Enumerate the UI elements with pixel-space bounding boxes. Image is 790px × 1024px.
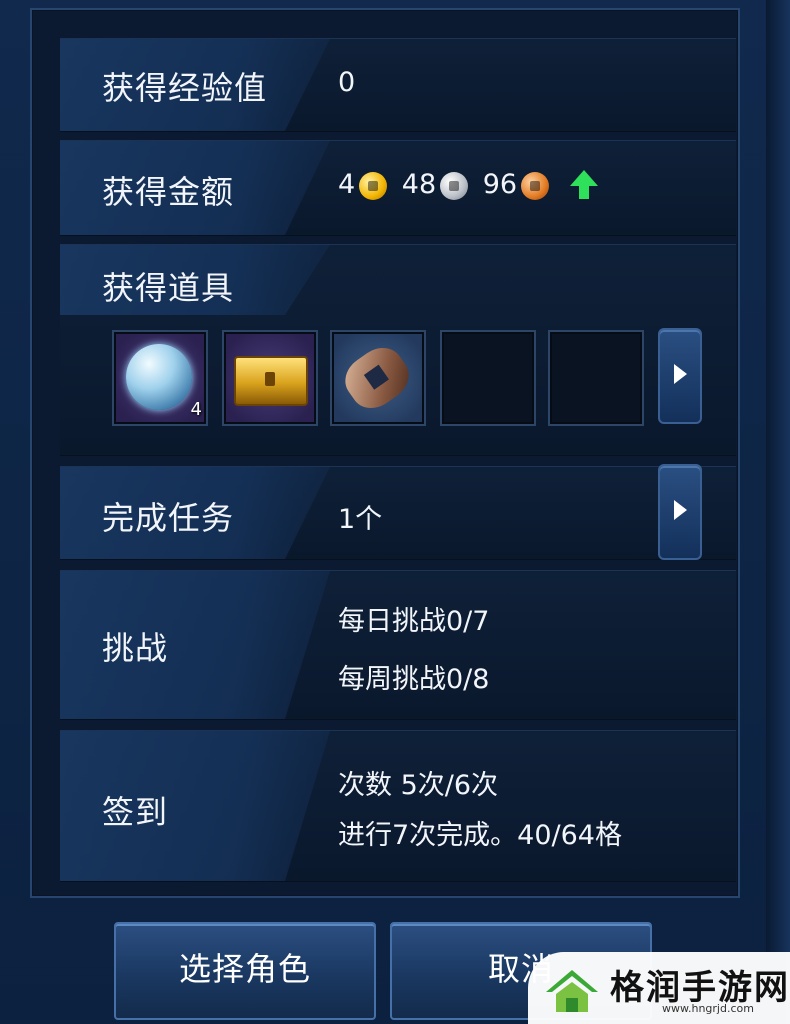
checkin-count: 次数 5次/6次 xyxy=(338,770,499,801)
challenge-row: 挑战 每日挑战0/7 每周挑战0/8 xyxy=(60,570,736,720)
site-watermark: 格润手游网 www.hngrjd.com xyxy=(528,952,790,1024)
items-next-button[interactable] xyxy=(658,328,702,424)
exp-label: 获得经验值 xyxy=(102,69,268,107)
silver-coin-icon xyxy=(440,171,469,200)
exp-value: 0 xyxy=(338,67,356,98)
quest-next-button[interactable] xyxy=(658,464,702,560)
house-logo-icon xyxy=(546,970,598,1012)
item-count: 4 xyxy=(190,399,202,420)
item-slot-4[interactable] xyxy=(440,330,536,426)
reward-panel: 获得经验值 0 获得金额 4 48 96 获得道具 4 完成任务 1个 挑战 每… xyxy=(30,8,740,898)
crystal-orb-icon xyxy=(126,344,192,410)
select-role-button[interactable]: 选择角色 xyxy=(114,922,376,1020)
quest-label: 完成任务 xyxy=(102,499,235,537)
item-slot-1[interactable]: 4 xyxy=(112,330,208,426)
money-label: 获得金额 xyxy=(102,173,235,211)
gold-amount: 4 xyxy=(338,169,356,200)
silver-amount: 48 xyxy=(401,169,437,200)
background-strip xyxy=(766,0,790,1024)
item-slot-2[interactable] xyxy=(222,330,318,426)
quest-value: 1个 xyxy=(338,504,383,535)
checkin-label: 签到 xyxy=(102,793,169,831)
money-row: 获得金额 4 48 96 xyxy=(60,140,736,236)
chevron-right-icon xyxy=(674,500,687,520)
copper-amount: 96 xyxy=(482,169,518,200)
challenge-label: 挑战 xyxy=(102,629,169,667)
daily-challenge: 每日挑战0/7 xyxy=(338,606,490,637)
item-slot-5[interactable] xyxy=(548,330,644,426)
weekly-challenge: 每周挑战0/8 xyxy=(338,664,490,695)
money-values: 4 48 96 xyxy=(338,169,598,200)
watermark-url: www.hngrjd.com xyxy=(662,1002,754,1015)
ancient-coin-icon xyxy=(336,338,418,418)
items-label: 获得道具 xyxy=(102,269,235,307)
checkin-progress: 进行7次完成。40/64格 xyxy=(338,820,622,851)
up-arrow-icon xyxy=(569,169,598,199)
quest-row: 完成任务 1个 xyxy=(60,466,736,560)
item-slot-3[interactable] xyxy=(330,330,426,426)
gold-coin-icon xyxy=(359,171,388,200)
chevron-right-icon xyxy=(674,364,687,384)
copper-coin-icon xyxy=(521,171,550,200)
exp-row: 获得经验值 0 xyxy=(60,38,736,132)
golden-chest-icon xyxy=(234,356,308,406)
checkin-row: 签到 次数 5次/6次 进行7次完成。40/64格 xyxy=(60,730,736,882)
